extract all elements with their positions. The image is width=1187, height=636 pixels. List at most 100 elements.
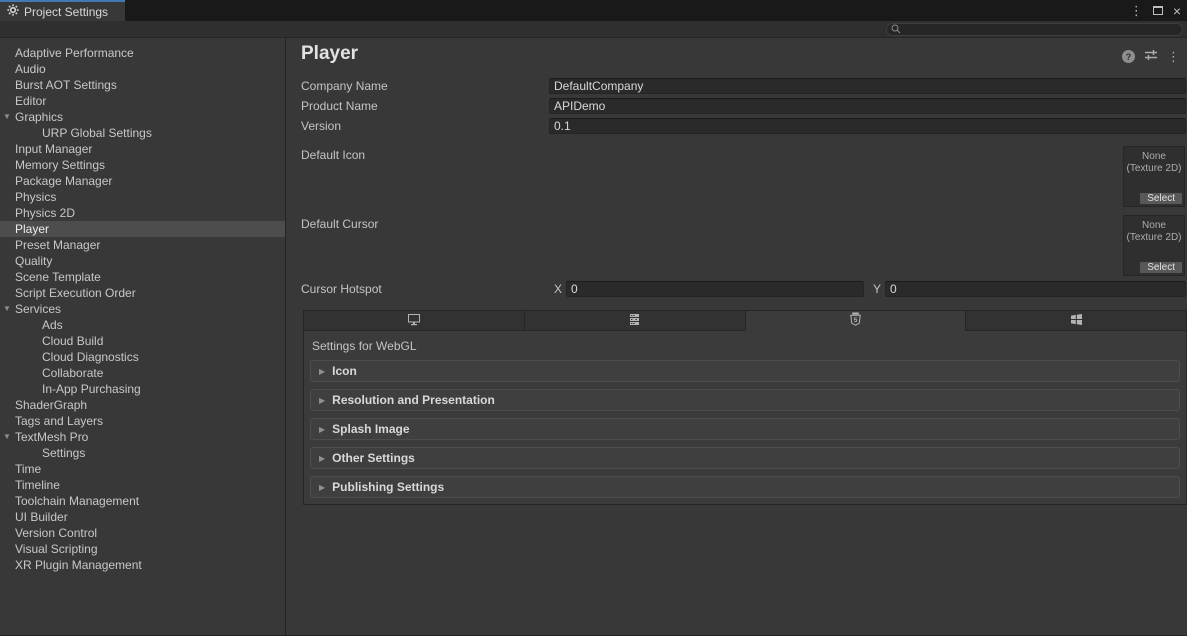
sidebar-item-toolchain-management[interactable]: Toolchain Management bbox=[0, 493, 285, 509]
chevron-down-icon[interactable]: ▼ bbox=[3, 301, 15, 317]
tab-standalone[interactable] bbox=[303, 310, 525, 331]
foldout-icon[interactable]: ▶ Icon bbox=[310, 360, 1180, 382]
monitor-icon bbox=[407, 313, 421, 329]
sidebar-item-label: Player bbox=[15, 222, 49, 236]
search-icon bbox=[891, 23, 901, 37]
sidebar-item-player[interactable]: Player bbox=[0, 221, 285, 237]
product-name-label: Product Name bbox=[301, 98, 378, 114]
svg-text:5: 5 bbox=[854, 317, 858, 324]
cursor-hotspot-label: Cursor Hotspot bbox=[301, 281, 382, 297]
foldout-other-settings[interactable]: ▶ Other Settings bbox=[310, 447, 1180, 469]
foldout-splash-image[interactable]: ▶ Splash Image bbox=[310, 418, 1180, 440]
sidebar-item-label: Adaptive Performance bbox=[15, 46, 134, 60]
sidebar-item-version-control[interactable]: Version Control bbox=[0, 525, 285, 541]
sidebar-item-cloud-build[interactable]: Cloud Build bbox=[0, 333, 285, 349]
default-cursor-row: Default Cursor bbox=[301, 216, 1186, 232]
version-field[interactable] bbox=[549, 118, 1186, 134]
default-cursor-select-button[interactable]: Select bbox=[1139, 261, 1183, 274]
toolbar bbox=[0, 21, 1187, 38]
sidebar-item-input-manager[interactable]: Input Manager bbox=[0, 141, 285, 157]
sidebar-item-label: Services bbox=[15, 302, 61, 316]
sidebar-item-services[interactable]: ▼Services bbox=[0, 301, 285, 317]
default-cursor-object-field[interactable]: None (Texture 2D) Select bbox=[1123, 215, 1185, 276]
sidebar-item-xr-plugin-management[interactable]: XR Plugin Management bbox=[0, 557, 285, 573]
tab-windows-store[interactable] bbox=[966, 310, 1187, 331]
chevron-down-icon[interactable]: ▼ bbox=[3, 109, 15, 125]
sidebar-item-label: Burst AOT Settings bbox=[15, 78, 117, 92]
cursor-hotspot-y-field[interactable] bbox=[885, 281, 1186, 297]
sidebar-item-script-execution-order[interactable]: Script Execution Order bbox=[0, 285, 285, 301]
sidebar-item-label: TextMesh Pro bbox=[15, 430, 88, 444]
sidebar-item-scene-template[interactable]: Scene Template bbox=[0, 269, 285, 285]
sidebar-item-timeline[interactable]: Timeline bbox=[0, 477, 285, 493]
default-icon-select-button[interactable]: Select bbox=[1139, 192, 1183, 205]
company-name-field[interactable] bbox=[549, 78, 1186, 94]
sidebar-item-package-manager[interactable]: Package Manager bbox=[0, 173, 285, 189]
sidebar-item-textmesh-pro[interactable]: ▼TextMesh Pro bbox=[0, 429, 285, 445]
sidebar-item-label: Memory Settings bbox=[15, 158, 105, 172]
webgl-settings-panel: Settings for WebGL ▶ Icon ▶ Resolution a… bbox=[303, 331, 1187, 505]
y-axis-label: Y bbox=[873, 281, 881, 297]
foldout-publishing-settings[interactable]: ▶ Publishing Settings bbox=[310, 476, 1180, 498]
sidebar-item-label: Package Manager bbox=[15, 174, 112, 188]
preset-sliders-icon[interactable] bbox=[1144, 49, 1158, 64]
sidebar-item-collaborate[interactable]: Collaborate bbox=[0, 365, 285, 381]
sidebar-item-quality[interactable]: Quality bbox=[0, 253, 285, 269]
sidebar-item-editor[interactable]: Editor bbox=[0, 93, 285, 109]
sidebar-item-ui-builder[interactable]: UI Builder bbox=[0, 509, 285, 525]
sidebar-item-label: Toolchain Management bbox=[15, 494, 139, 508]
foldout-label: Icon bbox=[332, 364, 357, 378]
sidebar-item-shadergraph[interactable]: ShaderGraph bbox=[0, 397, 285, 413]
project-settings-window: Project Settings ⋮ × Adaptive Performanc… bbox=[0, 0, 1187, 636]
sidebar-item-label: Audio bbox=[15, 62, 46, 76]
sidebar-item-label: Ads bbox=[42, 318, 63, 332]
cursor-hotspot-x-field[interactable] bbox=[566, 281, 864, 297]
sidebar-item-label: Cloud Diagnostics bbox=[42, 350, 139, 364]
panel-header-icons: ? ⋮ bbox=[1122, 49, 1180, 64]
sidebar-item-tmp-settings[interactable]: Settings bbox=[0, 445, 285, 461]
search-box[interactable] bbox=[886, 23, 1183, 36]
sidebar-item-label: Tags and Layers bbox=[15, 414, 103, 428]
default-icon-object-field[interactable]: None (Texture 2D) Select bbox=[1123, 146, 1185, 207]
windows-icon bbox=[1070, 313, 1083, 329]
sidebar-item-label: Physics 2D bbox=[15, 206, 75, 220]
sidebar-item-cloud-diagnostics[interactable]: Cloud Diagnostics bbox=[0, 349, 285, 365]
window-menu-icon[interactable]: ⋮ bbox=[1130, 4, 1143, 17]
maximize-icon[interactable] bbox=[1153, 6, 1163, 15]
sidebar-item-physics[interactable]: Physics bbox=[0, 189, 285, 205]
foldout-label: Resolution and Presentation bbox=[332, 393, 495, 407]
sidebar-item-label: URP Global Settings bbox=[42, 126, 152, 140]
sidebar-item-memory-settings[interactable]: Memory Settings bbox=[0, 157, 285, 173]
help-icon[interactable]: ? bbox=[1122, 50, 1135, 63]
sidebar-item-in-app-purchasing[interactable]: In-App Purchasing bbox=[0, 381, 285, 397]
sidebar-item-time[interactable]: Time bbox=[0, 461, 285, 477]
sidebar-item-physics-2d[interactable]: Physics 2D bbox=[0, 205, 285, 221]
default-icon-label: Default Icon bbox=[301, 147, 365, 163]
object-field-value: None (Texture 2D) bbox=[1124, 220, 1184, 244]
sidebar-item-audio[interactable]: Audio bbox=[0, 61, 285, 77]
sidebar-item-label: Settings bbox=[42, 446, 85, 460]
sidebar-item-label: Visual Scripting bbox=[15, 542, 98, 556]
sidebar-item-adaptive-performance[interactable]: Adaptive Performance bbox=[0, 45, 285, 61]
sidebar-item-visual-scripting[interactable]: Visual Scripting bbox=[0, 541, 285, 557]
sidebar-item-tags-and-layers[interactable]: Tags and Layers bbox=[0, 413, 285, 429]
tab-project-settings[interactable]: Project Settings bbox=[0, 0, 125, 21]
default-cursor-label: Default Cursor bbox=[301, 216, 378, 232]
sidebar-item-ads[interactable]: Ads bbox=[0, 317, 285, 333]
sidebar-item-urp-global-settings[interactable]: URP Global Settings bbox=[0, 125, 285, 141]
sidebar-item-label: Timeline bbox=[15, 478, 60, 492]
close-icon[interactable]: × bbox=[1173, 4, 1181, 18]
sidebar-item-burst-aot-settings[interactable]: Burst AOT Settings bbox=[0, 77, 285, 93]
search-input[interactable] bbox=[904, 24, 1182, 35]
sidebar-item-graphics[interactable]: ▼Graphics bbox=[0, 109, 285, 125]
chevron-down-icon[interactable]: ▼ bbox=[3, 429, 15, 445]
foldout-resolution-and-presentation[interactable]: ▶ Resolution and Presentation bbox=[310, 389, 1180, 411]
panel-menu-icon[interactable]: ⋮ bbox=[1167, 50, 1180, 63]
sidebar-item-label: Editor bbox=[15, 94, 46, 108]
sidebar-item-label: Preset Manager bbox=[15, 238, 100, 252]
sidebar-item-label: Physics bbox=[15, 190, 56, 204]
tab-webgl[interactable]: 5 bbox=[746, 310, 967, 331]
tab-dedicated-server[interactable] bbox=[525, 310, 746, 331]
sidebar-item-preset-manager[interactable]: Preset Manager bbox=[0, 237, 285, 253]
product-name-field[interactable] bbox=[549, 98, 1186, 114]
